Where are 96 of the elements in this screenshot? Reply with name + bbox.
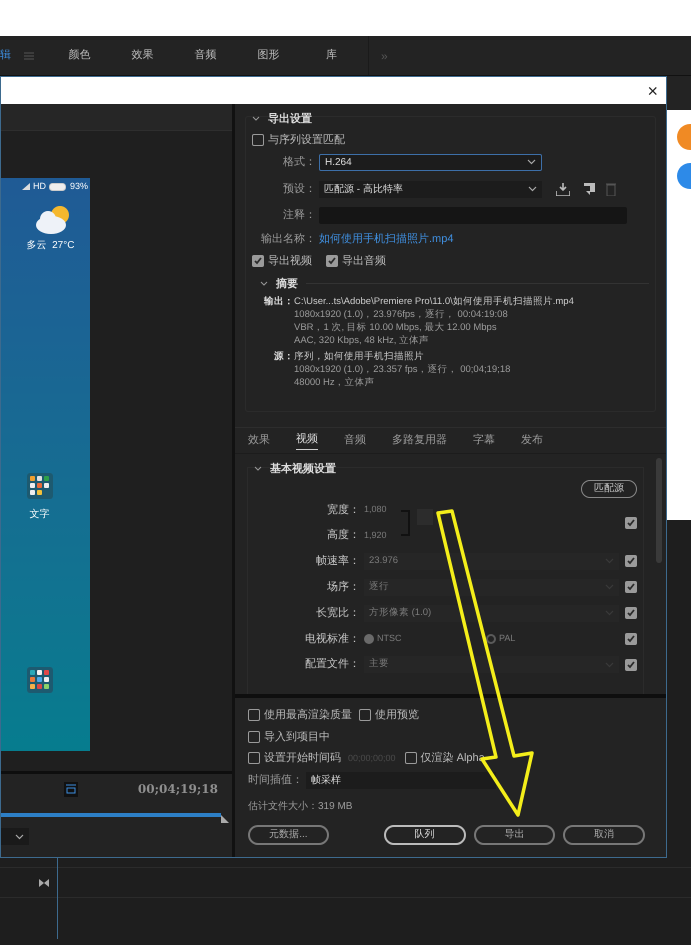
setting-label: 配置文件： <box>304 656 360 672</box>
settings-tab[interactable]: 音频 <box>344 432 366 450</box>
checkbox-label: 导出视频 <box>268 254 312 269</box>
timecode: 00;04;19;18 <box>138 781 218 798</box>
settings-tab[interactable]: 效果 <box>248 432 270 450</box>
field-label: 预设： <box>282 182 316 197</box>
checkbox-label: 导出音频 <box>342 254 386 269</box>
checkbox[interactable] <box>625 658 637 670</box>
close-button[interactable]: × <box>647 82 658 100</box>
summary-line: AAC, 320 Kbps, 48 kHz, 立体声 <box>294 334 430 347</box>
field-label: 格式： <box>282 154 316 170</box>
format-select[interactable]: H.264 <box>319 154 542 170</box>
field-label: 时间插值： <box>248 772 303 788</box>
checkbox-label: 设置开始时间码 <box>264 751 341 766</box>
output-name-link[interactable]: 如何使用手机扫描照片.mp4 <box>319 230 454 247</box>
setting-label: 帧速率： <box>315 554 360 569</box>
setting-label: 场序： <box>326 580 360 595</box>
summary-line: 序列，如何使用手机扫描照片 <box>294 350 425 363</box>
checkbox[interactable] <box>625 607 637 619</box>
fit-frame-icon[interactable] <box>64 782 78 796</box>
snap-icon[interactable] <box>39 878 49 886</box>
save-preset-icon[interactable] <box>556 182 570 196</box>
setting-label: 高度： <box>326 528 360 543</box>
workspace-tab[interactable]: 图形 <box>237 47 300 64</box>
checkbox-label: 导入到项目中 <box>264 730 330 744</box>
collapse-chevron-icon[interactable] <box>254 466 262 472</box>
height-value: 1,920 <box>364 528 387 542</box>
workspace-tab[interactable]: 效果 <box>111 47 174 64</box>
summary-label: 源： <box>273 350 294 364</box>
checkbox[interactable] <box>404 752 417 764</box>
collapse-chevron-icon[interactable] <box>252 116 260 122</box>
radio-button[interactable] <box>486 634 496 644</box>
file-size-text: 估计文件大小：319 MB <box>248 800 354 814</box>
chevron-down-icon <box>527 159 536 165</box>
summary-line: 1080x1920 (1.0)，23.976fps，逐行， 00:04:19:08 <box>294 308 509 321</box>
checkbox[interactable] <box>625 555 637 567</box>
section-title: 导出设置 <box>268 112 312 127</box>
checkbox[interactable] <box>359 709 371 722</box>
checkbox[interactable] <box>625 632 637 645</box>
dialog-button[interactable]: 队列 <box>384 824 466 844</box>
field-label: 输出名称： <box>260 232 316 246</box>
import-preset-icon[interactable] <box>581 183 595 195</box>
checkbox[interactable] <box>326 255 338 268</box>
checkbox[interactable] <box>252 134 264 146</box>
checkbox[interactable] <box>625 581 637 593</box>
workspace-tab[interactable]: 颜色 <box>48 47 111 64</box>
folder-label: 文字 <box>30 508 50 522</box>
checkbox[interactable] <box>248 752 260 764</box>
settings-tab[interactable]: 发布 <box>521 432 543 450</box>
checkbox[interactable] <box>248 709 260 722</box>
app-folder-icon[interactable] <box>26 666 52 692</box>
summary-line: C:\User...ts\Adobe\Premiere Pro\11.0\如何使用手机扫描照片.mp4 <box>294 295 574 308</box>
checkbox-label: 使用预览 <box>375 708 419 723</box>
checkbox[interactable] <box>248 730 260 743</box>
settings-tab[interactable]: 多路复用器 <box>392 432 447 450</box>
battery-level: 93% <box>70 180 88 193</box>
chevron-down-icon <box>15 834 24 840</box>
radio-label: PAL <box>499 632 516 645</box>
summary-line: VBR，1 次, 目标 10.00 Mbps, 最大 12.00 Mbps <box>294 321 498 334</box>
dialog-button[interactable]: 导出 <box>474 824 556 844</box>
match-source-button[interactable]: 匹配源 <box>581 480 637 498</box>
checkbox-label: 与序列设置匹配 <box>268 132 345 148</box>
network-label: HD <box>32 180 46 193</box>
collapse-chevron-icon[interactable] <box>260 280 268 287</box>
summary-label: 输出： <box>262 295 294 309</box>
section-title: 基本视频设置 <box>270 462 336 477</box>
field-label: 注释： <box>282 208 316 223</box>
preset-select[interactable]: 匹配源 - 高比特率 <box>319 180 542 198</box>
setting-label: 宽度： <box>326 502 360 518</box>
battery-icon <box>48 182 67 191</box>
setting-label: 长宽比： <box>315 606 360 621</box>
summary-line: 48000 Hz，立体声 <box>294 376 376 389</box>
signal-icon <box>22 183 30 190</box>
weather-text: 多云 27°C <box>26 238 74 252</box>
checkbox-label: 使用最高渲染质量 <box>264 708 352 723</box>
settings-tab[interactable]: 视频 <box>296 431 318 450</box>
dialog-button[interactable]: 元数据... <box>248 824 329 844</box>
cloud-sun-icon <box>34 204 72 236</box>
radio-button[interactable] <box>364 634 374 644</box>
section-title: 摘要 <box>276 276 298 292</box>
setting-label: 电视标准： <box>304 632 360 646</box>
interpolation-select[interactable]: 帧采样 <box>306 772 496 788</box>
zoom-dropdown[interactable] <box>1 828 29 845</box>
dialog-button[interactable]: 取消 <box>563 824 646 844</box>
summary-line: 1080x1920 (1.0)，23.357 fps，逐行， 00;04;19;18 <box>294 363 510 376</box>
workspace-tab[interactable]: 库 <box>300 47 363 64</box>
workspace-tab[interactable]: 辑 <box>0 47 10 64</box>
app-folder-icon[interactable] <box>26 472 52 498</box>
width-value: 1,080 <box>364 503 387 516</box>
settings-tab[interactable]: 字幕 <box>473 432 495 450</box>
workspace-tab[interactable]: 音频 <box>174 47 237 64</box>
checkbox[interactable] <box>625 516 637 528</box>
radio-label: NTSC <box>377 632 402 645</box>
out-point-marker[interactable] <box>221 815 229 823</box>
chevron-down-icon <box>528 186 537 192</box>
checkbox[interactable] <box>252 255 264 268</box>
